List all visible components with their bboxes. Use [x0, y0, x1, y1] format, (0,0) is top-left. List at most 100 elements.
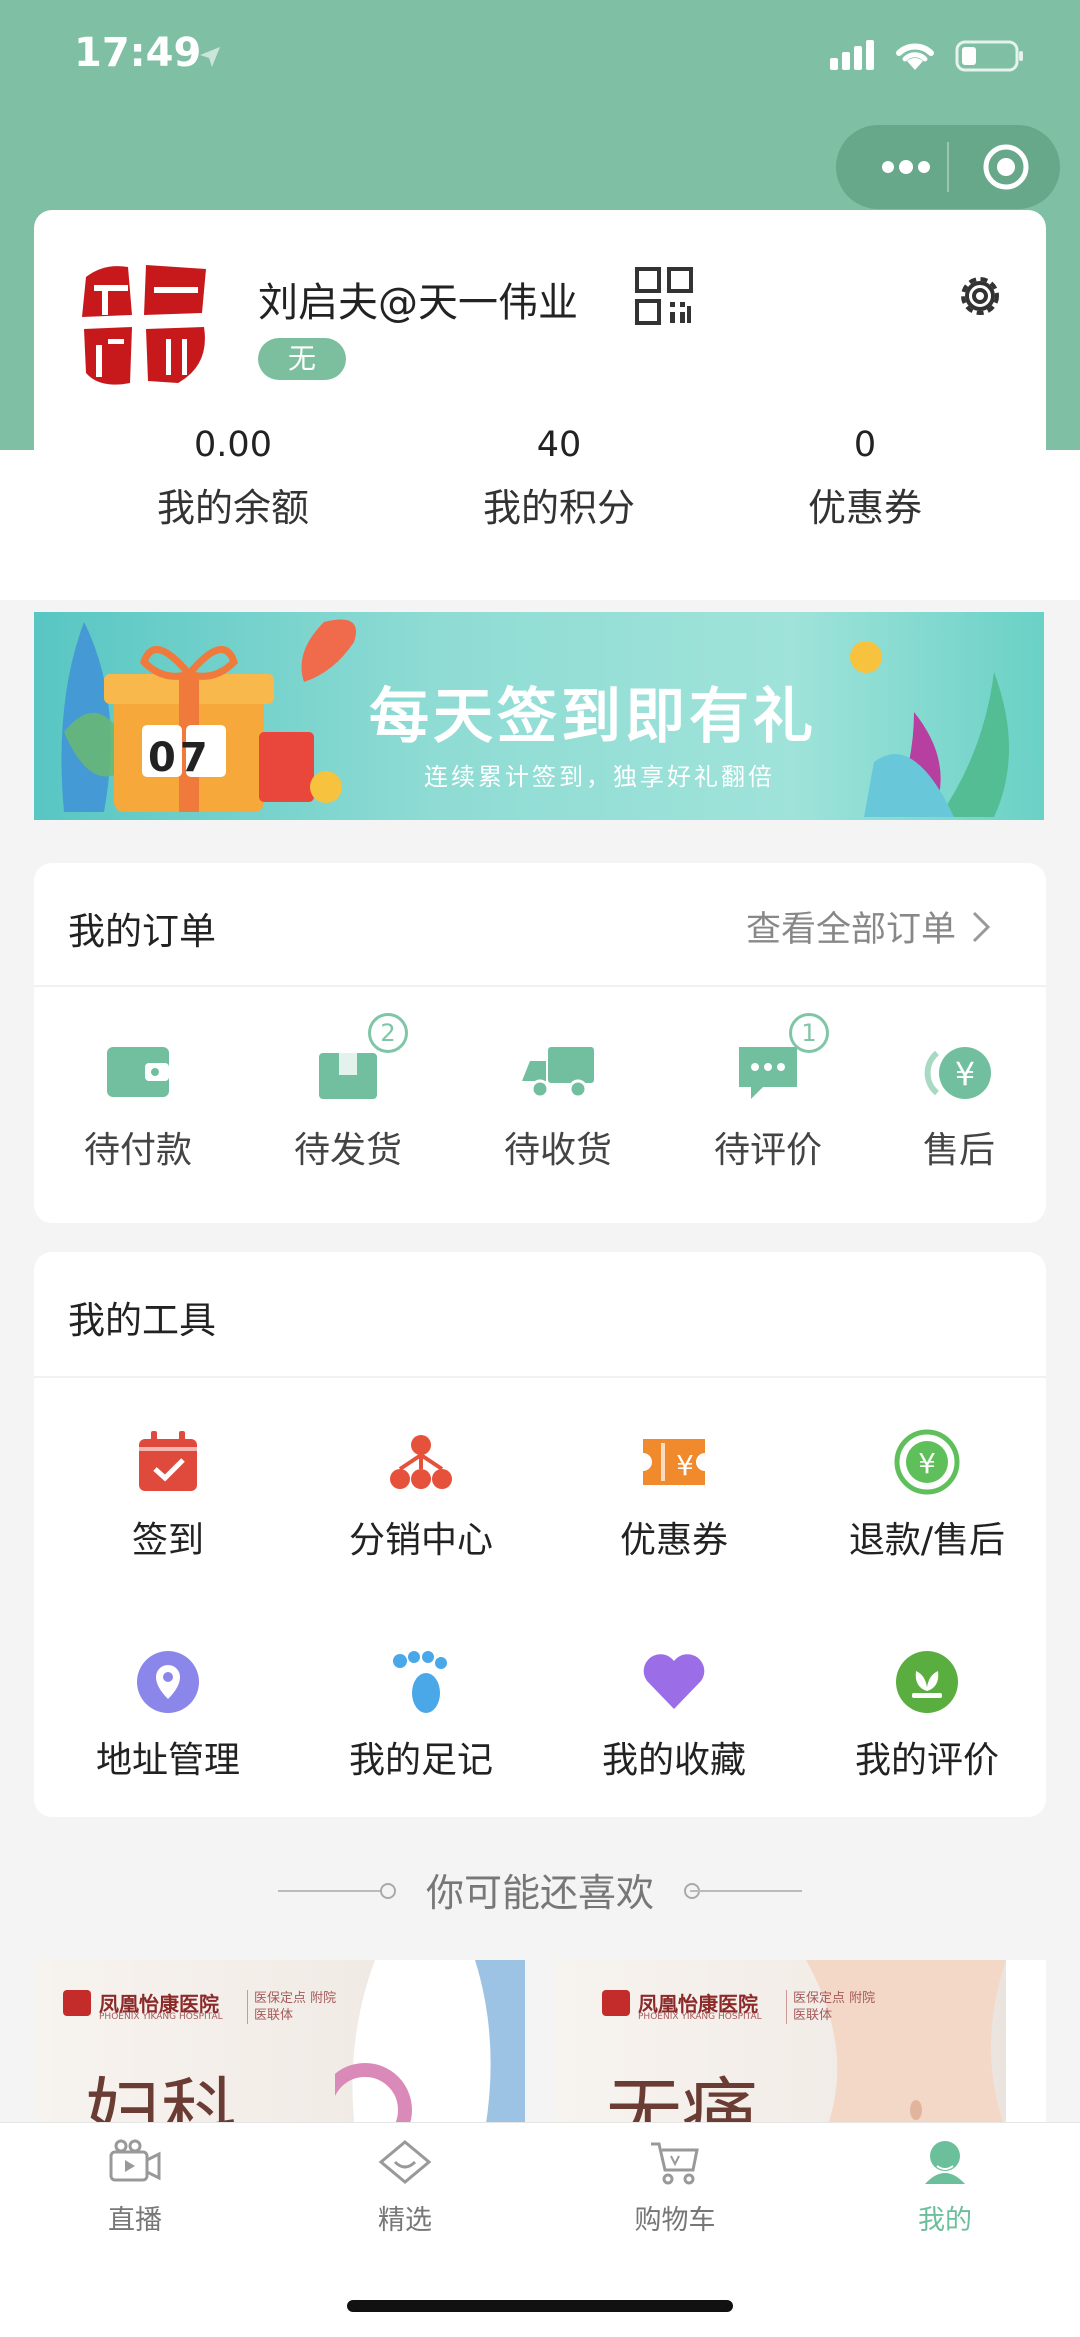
order-pending-shipment-label: 待发货: [293, 1130, 402, 1171]
chevron-right-icon: [972, 911, 991, 942]
banner-title: 每天签到即有礼: [369, 682, 817, 752]
order-after-sale[interactable]: ¥ 售后: [884, 1041, 1034, 1173]
product-headline: 无痛: [606, 2069, 758, 2130]
svg-text:¥: ¥: [918, 1447, 936, 1480]
user-name: 刘启夫@天一伟业: [258, 280, 578, 326]
tab-featured-label: 精选: [378, 2205, 432, 2236]
tab-mine[interactable]: 我的: [845, 2138, 1045, 2237]
view-all-orders-link[interactable]: 查看全部订单: [746, 901, 996, 952]
package-icon: [319, 1053, 377, 1099]
tab-live-label: 直播: [108, 2205, 162, 2236]
featured-icon: [378, 2140, 432, 2184]
tool-signin[interactable]: 签到: [48, 1427, 288, 1563]
balance-value: 0.00: [194, 425, 272, 465]
order-pending-payment[interactable]: 待付款: [63, 1041, 213, 1173]
order-pending-receipt[interactable]: 待收货: [483, 1041, 633, 1173]
tool-reviews[interactable]: 我的评价: [807, 1647, 1047, 1783]
signin-banner[interactable]: 07 每天签到即有礼 连续累计签到，独享好礼翻倍: [34, 612, 1044, 820]
capsule-divider: [947, 142, 949, 192]
member-level-badge: 无: [258, 338, 346, 380]
tool-distribution[interactable]: 分销中心: [301, 1427, 541, 1563]
location-icon: [137, 1651, 199, 1713]
wallet-icon: [107, 1047, 169, 1097]
tool-signin-label: 签到: [131, 1520, 204, 1561]
product-card[interactable]: 凤凰怡康医院 PHOENIX YIKANG HOSPITAL 医保定点 附院医联…: [35, 1960, 525, 2130]
banner-subtitle: 连续累计签到，独享好礼翻倍: [424, 763, 775, 791]
coupons-label: 优惠券: [807, 486, 922, 530]
orders-divider: [34, 985, 1046, 987]
tool-footprints[interactable]: 我的足记: [301, 1647, 541, 1783]
product-image-decoration: [806, 1960, 1046, 2130]
orders-card: 我的订单 查看全部订单 待付款 待发货 2 待收货 待评价 1 ¥ 售后: [34, 863, 1046, 1223]
tool-coupons[interactable]: ¥ 优惠券: [554, 1427, 794, 1563]
order-pending-payment-label: 待付款: [83, 1130, 192, 1171]
status-time: 17:49: [74, 30, 202, 76]
pending-shipment-badge: 2: [368, 1013, 408, 1053]
svg-text:¥: ¥: [676, 1449, 694, 1482]
tools-title: 我的工具: [68, 1299, 216, 1342]
tab-featured[interactable]: 精选: [305, 2138, 505, 2237]
points-stat[interactable]: 40 我的积分: [409, 425, 709, 532]
tool-favorites-label: 我的收藏: [601, 1740, 746, 1781]
balance-stat[interactable]: 0.00 我的余额: [83, 425, 383, 532]
tool-favorites[interactable]: 我的收藏: [554, 1647, 794, 1783]
hospital-logo: [63, 1990, 91, 2016]
points-value: 40: [536, 425, 582, 465]
tool-coupons-label: 优惠券: [619, 1520, 728, 1561]
qrcode-icon[interactable]: [634, 266, 694, 326]
product-card[interactable]: 凤凰怡康医院 PHOENIX YIKANG HOSPITAL 医保定点 附院医联…: [556, 1960, 1046, 2130]
more-button[interactable]: [866, 130, 946, 204]
view-all-orders-label: 查看全部订单: [746, 910, 957, 950]
signal-icon: [830, 40, 874, 70]
review-icon: [896, 1651, 958, 1713]
tool-footprints-label: 我的足记: [348, 1740, 493, 1781]
hospital-logo: [602, 1990, 630, 2016]
avatar[interactable]: [74, 255, 214, 395]
product-headline: 妇科: [85, 2069, 237, 2130]
tab-cart-label: 购物车: [634, 2205, 716, 2236]
tab-live[interactable]: 直播: [35, 2138, 235, 2237]
tool-reviews-label: 我的评价: [854, 1740, 999, 1781]
target-icon: [983, 144, 1029, 190]
wifi-icon: [896, 43, 934, 70]
battery-icon: [955, 40, 1023, 72]
coupons-value: 0: [853, 425, 877, 465]
after-sale-icon: ¥: [924, 1047, 991, 1099]
order-pending-review[interactable]: 待评价 1: [693, 1013, 843, 1173]
coupons-stat[interactable]: 0 优惠券: [715, 425, 1015, 532]
tool-refund[interactable]: ¥ 退款/售后: [807, 1427, 1047, 1563]
pending-review-badge: 1: [789, 1013, 829, 1053]
tab-mine-label: 我的: [918, 2205, 972, 2236]
tool-distribution-label: 分销中心: [348, 1520, 493, 1561]
settings-gear-icon[interactable]: [952, 268, 1008, 324]
tab-cart[interactable]: 购物车: [575, 2138, 775, 2237]
hospital-tag: 医保定点 附院医联体: [247, 1990, 342, 2024]
tool-address[interactable]: 地址管理: [48, 1647, 288, 1783]
order-pending-shipment[interactable]: 待发货 2: [273, 1013, 423, 1173]
order-after-sale-label: 售后: [922, 1130, 995, 1171]
home-indicator: [347, 2300, 733, 2312]
cart-icon: [651, 2142, 699, 2185]
points-label: 我的积分: [482, 486, 635, 530]
product-image-decoration: [335, 1960, 525, 2130]
orders-title: 我的订单: [68, 910, 216, 953]
order-pending-review-label: 待评价: [713, 1130, 822, 1171]
coupon-icon: ¥: [643, 1439, 705, 1485]
close-miniprogram-button[interactable]: [966, 130, 1046, 204]
location-arrow-icon: [200, 47, 220, 67]
tools-divider: [34, 1376, 1046, 1378]
calendar-check-icon: [139, 1431, 197, 1491]
distribution-icon: [390, 1435, 452, 1489]
order-pending-receipt-label: 待收货: [503, 1130, 612, 1171]
refund-icon: ¥: [894, 1429, 960, 1495]
comment-icon: [739, 1047, 797, 1099]
tool-refund-label: 退款/售后: [848, 1520, 1006, 1561]
recommend-title: 你可能还喜欢: [425, 1871, 654, 1915]
balance-label: 我的余额: [156, 486, 309, 530]
svg-text:¥: ¥: [955, 1055, 975, 1093]
profile-card: 刘启夫@天一伟业 无 0.00 我的余额 40 我的积分 0 优惠券: [34, 210, 1046, 566]
recommend-line-right: [690, 1890, 802, 1892]
footprint-icon: [393, 1651, 447, 1713]
tools-card: 我的工具 签到 分销中心 ¥ 优惠券 ¥ 退款/售后 地址管理 我的足记 我的收…: [34, 1252, 1046, 1817]
hospital-tag: 医保定点 附院医联体: [786, 1990, 881, 2024]
